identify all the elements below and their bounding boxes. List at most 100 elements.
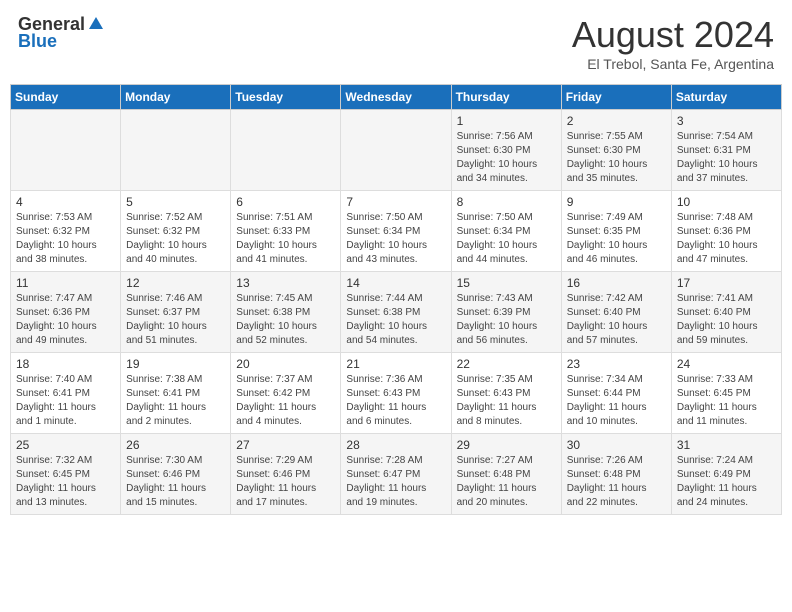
day-content: Sunrise: 7:46 AM Sunset: 6:37 PM Dayligh… bbox=[126, 292, 225, 348]
day-number: 20 bbox=[236, 357, 335, 371]
day-number: 22 bbox=[457, 357, 556, 371]
calendar-cell: 15 Sunrise: 7:43 AM Sunset: 6:39 PM Dayli… bbox=[451, 272, 561, 353]
calendar-week-4: 18Sunrise: 7:40 AM Sunset: 6:41 PM Dayli… bbox=[11, 353, 782, 434]
day-number: 15 bbox=[457, 276, 556, 290]
calendar-header: SundayMondayTuesdayWednesdayThursdayFrid… bbox=[11, 85, 782, 110]
day-content: Sunrise: 7:30 AM Sunset: 6:46 PM Dayligh… bbox=[126, 454, 225, 510]
logo: General Blue bbox=[18, 14, 105, 52]
calendar-cell: 7 Sunrise: 7:50 AM Sunset: 6:34 PM Daylig… bbox=[341, 191, 451, 272]
day-content: Sunrise: 7:28 AM Sunset: 6:47 PM Dayligh… bbox=[346, 454, 445, 510]
calendar-body: 1Sunrise: 7:56 AM Sunset: 6:30 PM Daylig… bbox=[11, 110, 782, 515]
day-header-tuesday: Tuesday bbox=[231, 85, 341, 110]
calendar-cell: 6 Sunrise: 7:51 AM Sunset: 6:33 PM Daylig… bbox=[231, 191, 341, 272]
calendar-week-5: 25Sunrise: 7:32 AM Sunset: 6:45 PM Dayli… bbox=[11, 434, 782, 515]
day-content: Sunrise: 7:42 AM Sunset: 6:40 PM Dayligh… bbox=[567, 292, 666, 348]
day-number: 8 bbox=[457, 195, 556, 209]
day-content: Sunrise: 7:54 AM Sunset: 6:31 PM Dayligh… bbox=[677, 130, 776, 186]
calendar-cell: 12 Sunrise: 7:46 AM Sunset: 6:37 PM Dayli… bbox=[121, 272, 231, 353]
day-content: Sunrise: 7:53 AM Sunset: 6:32 PM Dayligh… bbox=[16, 211, 115, 267]
day-number: 27 bbox=[236, 438, 335, 452]
calendar-week-3: 11 Sunrise: 7:47 AM Sunset: 6:36 PM Dayli… bbox=[11, 272, 782, 353]
day-content: Sunrise: 7:26 AM Sunset: 6:48 PM Dayligh… bbox=[567, 454, 666, 510]
calendar-cell: 24Sunrise: 7:33 AM Sunset: 6:45 PM Dayli… bbox=[671, 353, 781, 434]
day-number: 21 bbox=[346, 357, 445, 371]
logo-icon bbox=[87, 15, 105, 33]
header-row: SundayMondayTuesdayWednesdayThursdayFrid… bbox=[11, 85, 782, 110]
calendar-cell: 16Sunrise: 7:42 AM Sunset: 6:40 PM Dayli… bbox=[561, 272, 671, 353]
calendar-cell bbox=[121, 110, 231, 191]
day-content: Sunrise: 7:37 AM Sunset: 6:42 PM Dayligh… bbox=[236, 373, 335, 429]
calendar-cell: 4 Sunrise: 7:53 AM Sunset: 6:32 PM Daylig… bbox=[11, 191, 121, 272]
day-number: 11 bbox=[16, 276, 115, 290]
day-number: 29 bbox=[457, 438, 556, 452]
day-number: 3 bbox=[677, 114, 776, 128]
calendar-cell: 18Sunrise: 7:40 AM Sunset: 6:41 PM Dayli… bbox=[11, 353, 121, 434]
day-number: 7 bbox=[346, 195, 445, 209]
calendar-cell: 5 Sunrise: 7:52 AM Sunset: 6:32 PM Daylig… bbox=[121, 191, 231, 272]
logo-blue-text: Blue bbox=[18, 31, 57, 52]
day-number: 18 bbox=[16, 357, 115, 371]
day-content: Sunrise: 7:41 AM Sunset: 6:40 PM Dayligh… bbox=[677, 292, 776, 348]
day-number: 4 bbox=[16, 195, 115, 209]
day-number: 19 bbox=[126, 357, 225, 371]
location-title: El Trebol, Santa Fe, Argentina bbox=[572, 56, 774, 72]
day-number: 10 bbox=[677, 195, 776, 209]
calendar-cell: 17 Sunrise: 7:41 AM Sunset: 6:40 PM Dayli… bbox=[671, 272, 781, 353]
day-header-thursday: Thursday bbox=[451, 85, 561, 110]
calendar-cell: 26Sunrise: 7:30 AM Sunset: 6:46 PM Dayli… bbox=[121, 434, 231, 515]
day-content: Sunrise: 7:55 AM Sunset: 6:30 PM Dayligh… bbox=[567, 130, 666, 186]
calendar-cell: 25Sunrise: 7:32 AM Sunset: 6:45 PM Dayli… bbox=[11, 434, 121, 515]
calendar-cell: 9 Sunrise: 7:49 AM Sunset: 6:35 PM Daylig… bbox=[561, 191, 671, 272]
day-number: 31 bbox=[677, 438, 776, 452]
day-number: 23 bbox=[567, 357, 666, 371]
calendar-cell: 22Sunrise: 7:35 AM Sunset: 6:43 PM Dayli… bbox=[451, 353, 561, 434]
calendar-cell: 31 Sunrise: 7:24 AM Sunset: 6:49 PM Dayli… bbox=[671, 434, 781, 515]
day-number: 1 bbox=[457, 114, 556, 128]
day-content: Sunrise: 7:51 AM Sunset: 6:33 PM Dayligh… bbox=[236, 211, 335, 267]
day-content: Sunrise: 7:52 AM Sunset: 6:32 PM Dayligh… bbox=[126, 211, 225, 267]
day-number: 17 bbox=[677, 276, 776, 290]
title-area: August 2024 El Trebol, Santa Fe, Argenti… bbox=[572, 14, 774, 72]
day-number: 25 bbox=[16, 438, 115, 452]
day-content: Sunrise: 7:47 AM Sunset: 6:36 PM Dayligh… bbox=[16, 292, 115, 348]
day-number: 13 bbox=[236, 276, 335, 290]
page-header: General Blue August 2024 El Trebol, Sant… bbox=[10, 10, 782, 76]
month-title: August 2024 bbox=[572, 14, 774, 56]
day-header-wednesday: Wednesday bbox=[341, 85, 451, 110]
calendar-cell: 29Sunrise: 7:27 AM Sunset: 6:48 PM Dayli… bbox=[451, 434, 561, 515]
day-content: Sunrise: 7:43 AM Sunset: 6:39 PM Dayligh… bbox=[457, 292, 556, 348]
day-content: Sunrise: 7:44 AM Sunset: 6:38 PM Dayligh… bbox=[346, 292, 445, 348]
day-header-saturday: Saturday bbox=[671, 85, 781, 110]
day-header-monday: Monday bbox=[121, 85, 231, 110]
calendar-cell: 10Sunrise: 7:48 AM Sunset: 6:36 PM Dayli… bbox=[671, 191, 781, 272]
day-number: 9 bbox=[567, 195, 666, 209]
calendar-cell: 1Sunrise: 7:56 AM Sunset: 6:30 PM Daylig… bbox=[451, 110, 561, 191]
day-content: Sunrise: 7:36 AM Sunset: 6:43 PM Dayligh… bbox=[346, 373, 445, 429]
day-content: Sunrise: 7:33 AM Sunset: 6:45 PM Dayligh… bbox=[677, 373, 776, 429]
calendar-cell bbox=[341, 110, 451, 191]
calendar-cell: 19Sunrise: 7:38 AM Sunset: 6:41 PM Dayli… bbox=[121, 353, 231, 434]
calendar-cell: 13 Sunrise: 7:45 AM Sunset: 6:38 PM Dayli… bbox=[231, 272, 341, 353]
day-content: Sunrise: 7:50 AM Sunset: 6:34 PM Dayligh… bbox=[346, 211, 445, 267]
day-content: Sunrise: 7:24 AM Sunset: 6:49 PM Dayligh… bbox=[677, 454, 776, 510]
calendar-cell: 2Sunrise: 7:55 AM Sunset: 6:30 PM Daylig… bbox=[561, 110, 671, 191]
day-number: 12 bbox=[126, 276, 225, 290]
calendar-cell bbox=[11, 110, 121, 191]
calendar-cell: 14 Sunrise: 7:44 AM Sunset: 6:38 PM Dayli… bbox=[341, 272, 451, 353]
calendar-cell: 8Sunrise: 7:50 AM Sunset: 6:34 PM Daylig… bbox=[451, 191, 561, 272]
day-number: 6 bbox=[236, 195, 335, 209]
day-content: Sunrise: 7:45 AM Sunset: 6:38 PM Dayligh… bbox=[236, 292, 335, 348]
calendar-week-2: 4 Sunrise: 7:53 AM Sunset: 6:32 PM Daylig… bbox=[11, 191, 782, 272]
day-number: 30 bbox=[567, 438, 666, 452]
day-number: 14 bbox=[346, 276, 445, 290]
day-content: Sunrise: 7:49 AM Sunset: 6:35 PM Dayligh… bbox=[567, 211, 666, 267]
day-number: 28 bbox=[346, 438, 445, 452]
calendar-cell: 11 Sunrise: 7:47 AM Sunset: 6:36 PM Dayli… bbox=[11, 272, 121, 353]
calendar-cell bbox=[231, 110, 341, 191]
calendar-cell: 20 Sunrise: 7:37 AM Sunset: 6:42 PM Dayli… bbox=[231, 353, 341, 434]
day-number: 5 bbox=[126, 195, 225, 209]
calendar-cell: 23Sunrise: 7:34 AM Sunset: 6:44 PM Dayli… bbox=[561, 353, 671, 434]
day-header-friday: Friday bbox=[561, 85, 671, 110]
calendar-table: SundayMondayTuesdayWednesdayThursdayFrid… bbox=[10, 84, 782, 515]
day-header-sunday: Sunday bbox=[11, 85, 121, 110]
